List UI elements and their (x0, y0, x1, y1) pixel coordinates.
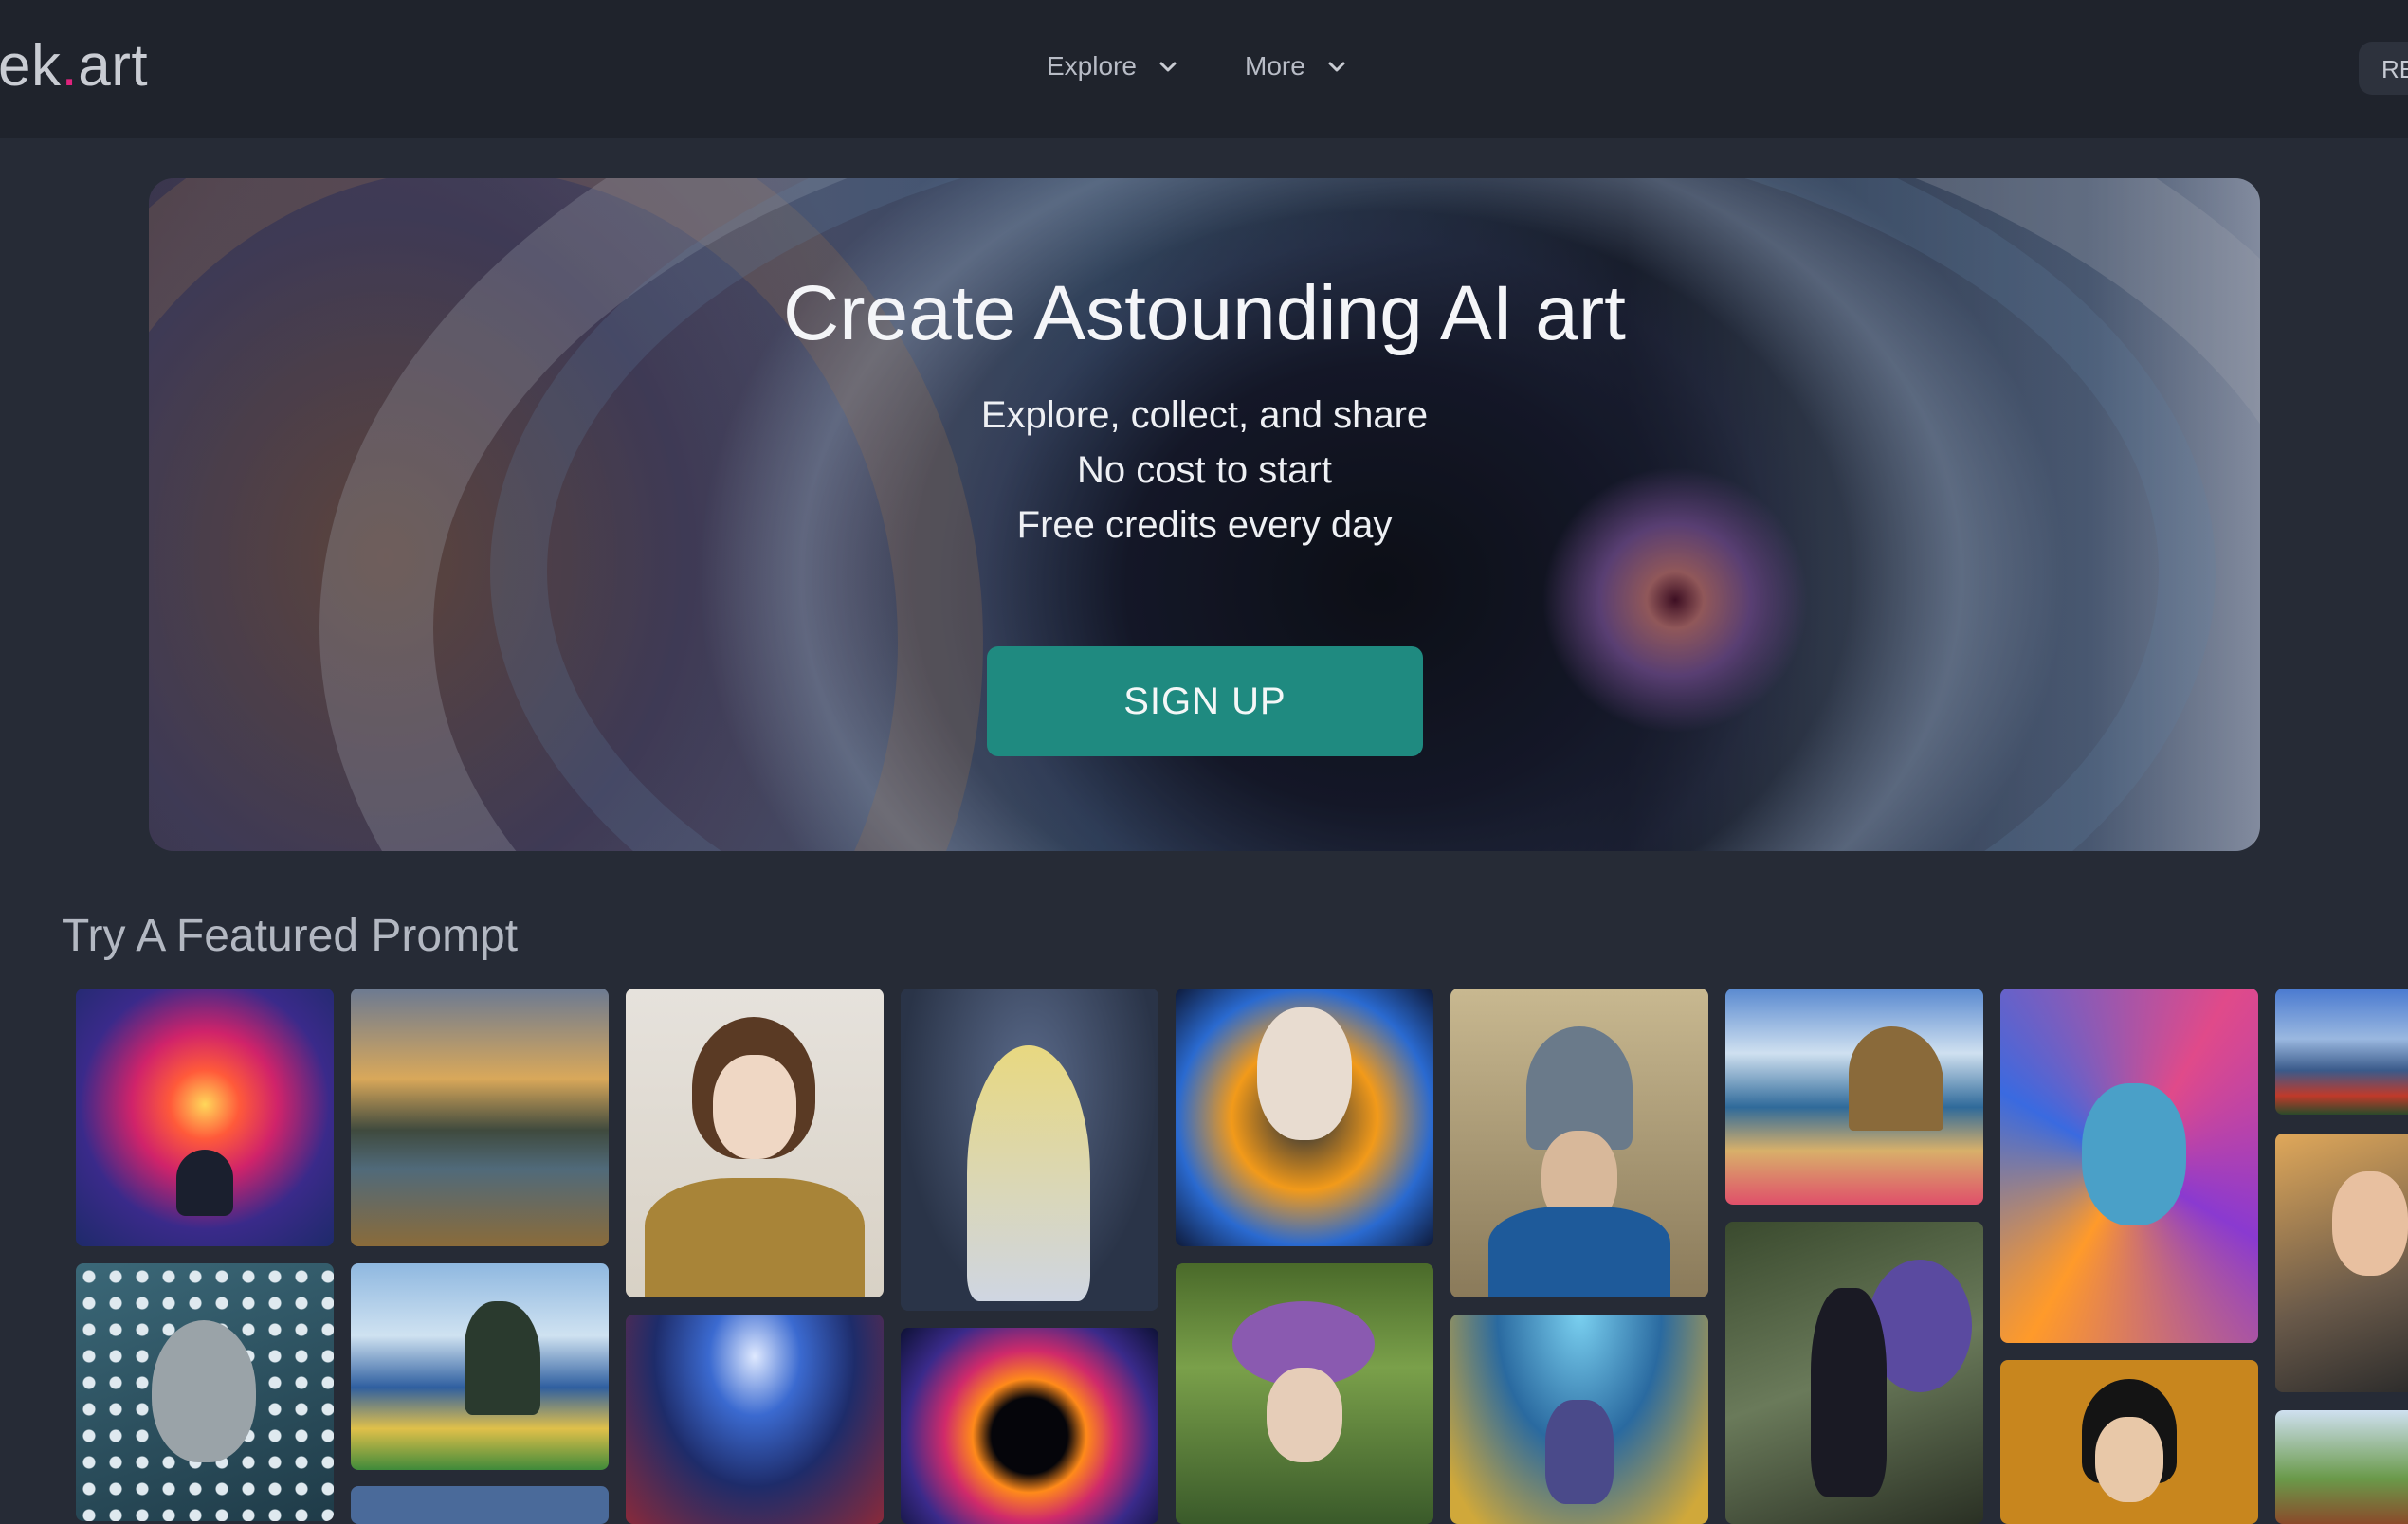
chevron-down-icon (1328, 62, 1345, 72)
hero-banner: Create Astounding AI art Explore, collec… (149, 178, 2260, 851)
portrait-face (713, 1055, 796, 1159)
portrait-face (2082, 1083, 2186, 1225)
featured-image-tile[interactable] (901, 1328, 1158, 1524)
featured-image-tile[interactable] (1176, 1263, 1433, 1524)
golden-outfit (645, 1178, 865, 1297)
featured-image-tile[interactable] (76, 989, 334, 1246)
featured-prompt-heading: Try A Featured Prompt (62, 911, 519, 961)
site-logo[interactable]: ek.art (0, 32, 148, 100)
featured-image-tile[interactable] (2275, 989, 2408, 1115)
featured-image-tile[interactable] (76, 1263, 334, 1521)
logo-dot: . (61, 33, 79, 99)
header-register-button[interactable]: RE (2359, 42, 2408, 95)
featured-image-tile[interactable] (351, 989, 609, 1246)
featured-image-tile[interactable] (2000, 989, 2258, 1343)
nav-more-label: More (1245, 51, 1305, 81)
featured-image-tile[interactable] (626, 1315, 884, 1524)
featured-image-tile[interactable] (1450, 1315, 1708, 1524)
sign-up-button[interactable]: SIGN UP (987, 646, 1423, 756)
logo-text: ek (0, 33, 62, 99)
chevron-down-icon (1159, 62, 1177, 72)
hero-line: No cost to start (1077, 449, 1332, 491)
featured-image-tile[interactable] (1450, 989, 1708, 1297)
featured-image-tile[interactable] (2000, 1360, 2258, 1524)
nav-explore[interactable]: Explore (1047, 51, 1178, 82)
figure-robe (967, 1045, 1090, 1301)
featured-image-tile[interactable] (1725, 1222, 1983, 1524)
portrait-face (2095, 1417, 2163, 1502)
portrait-face (152, 1320, 256, 1462)
featured-image-tile[interactable] (2275, 1410, 2408, 1524)
portrait-face (1257, 1007, 1352, 1140)
featured-image-tile[interactable] (1176, 989, 1433, 1246)
hero-title: Create Astounding AI art (783, 270, 1626, 356)
top-header: ek.art Explore More RE (0, 0, 2408, 138)
featured-image-tile[interactable] (351, 1486, 609, 1524)
register-button-label: RE (2381, 55, 2408, 83)
nav-explore-label: Explore (1047, 51, 1137, 81)
owl-figure (1545, 1400, 1614, 1504)
sea-rock (465, 1301, 540, 1415)
logo-suffix: art (78, 33, 149, 99)
featured-image-tile[interactable] (351, 1263, 609, 1470)
featured-image-tile[interactable] (901, 989, 1158, 1311)
portrait-face (1267, 1368, 1342, 1462)
blue-cloak (1488, 1206, 1670, 1297)
featured-image-tile[interactable] (2275, 1134, 2408, 1392)
hero-line: Explore, collect, and share (980, 394, 1429, 436)
astronaut-silhouette (176, 1150, 233, 1216)
featured-image-tile[interactable] (626, 989, 884, 1297)
hero-line: Free credits every day (1016, 504, 1393, 546)
nav-more[interactable]: More (1245, 51, 1347, 82)
sea-rock (1849, 1026, 1943, 1131)
portrait-face (2332, 1171, 2408, 1276)
featured-image-tile[interactable] (1725, 989, 1983, 1205)
fairy-figure (1811, 1288, 1887, 1497)
